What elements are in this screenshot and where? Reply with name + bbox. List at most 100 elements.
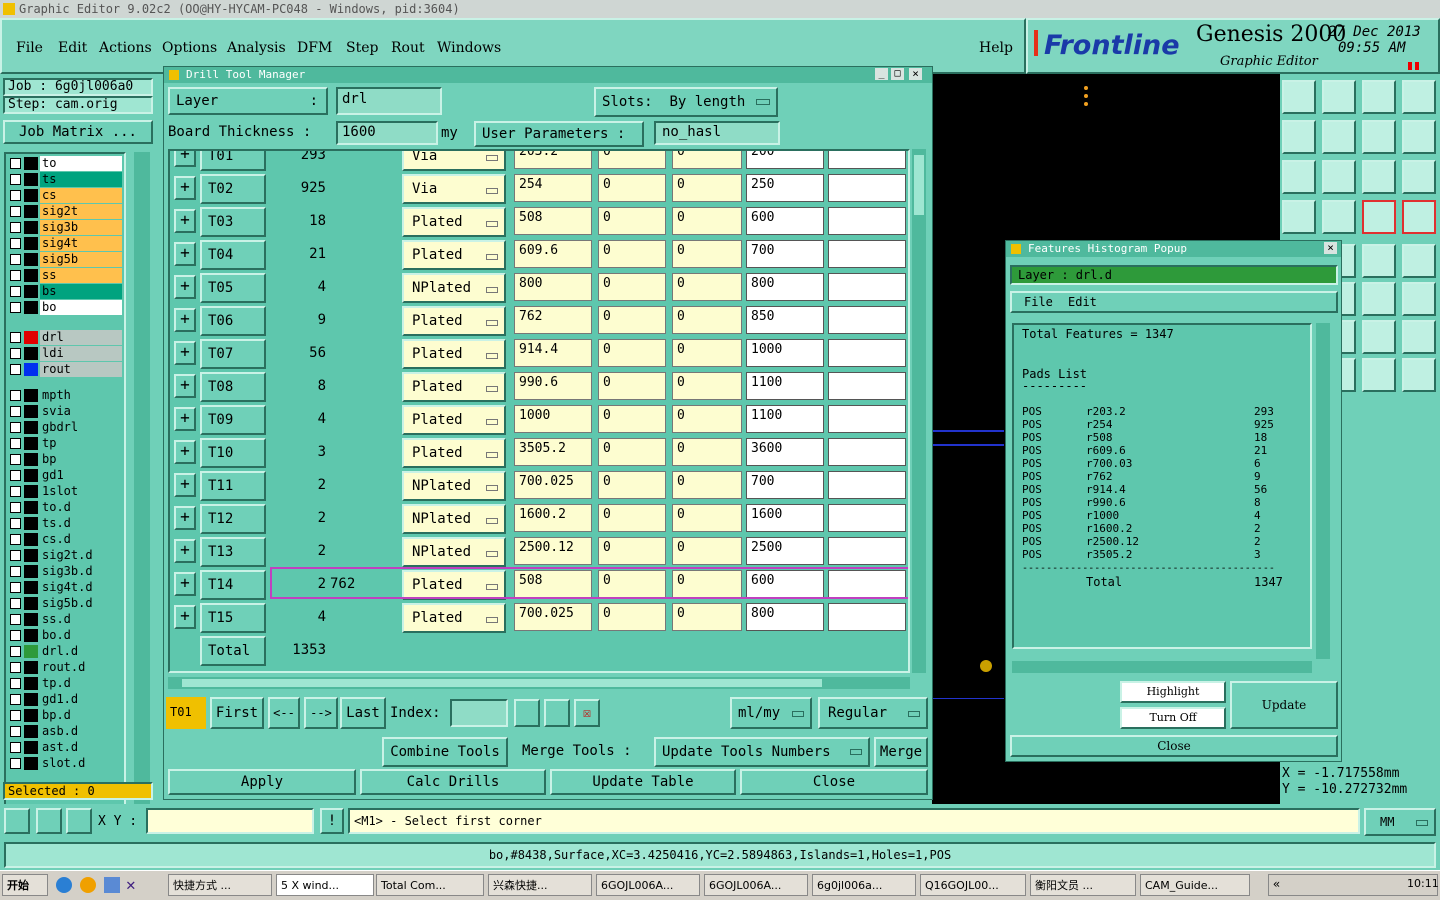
menu-options[interactable]: Options <box>162 40 217 56</box>
expand-icon[interactable]: + <box>174 572 196 596</box>
layer-color-swatch[interactable] <box>24 157 38 170</box>
layer-color-swatch[interactable] <box>24 565 38 578</box>
calc-drills-button[interactable]: Calc Drills <box>360 769 546 795</box>
job-matrix-button[interactable]: Job Matrix ... <box>3 120 153 144</box>
drill-size-field[interactable]: 800 <box>514 273 592 301</box>
layer-checkbox[interactable] <box>10 222 21 233</box>
finish-size-field[interactable]: 800 <box>746 273 824 301</box>
layer-checkbox[interactable] <box>10 598 21 609</box>
tool-type-dropdown[interactable]: NPlated <box>402 504 506 534</box>
layer-item[interactable]: to <box>8 156 124 171</box>
tolerance-plus-field[interactable]: 0 <box>598 471 666 499</box>
layer-checkbox[interactable] <box>10 742 21 753</box>
back-icon[interactable] <box>1282 120 1316 154</box>
layer-color-swatch[interactable] <box>24 331 38 344</box>
layer-item[interactable]: cs.d <box>8 532 124 547</box>
layer-color-swatch[interactable] <box>24 597 38 610</box>
menu-windows[interactable]: Windows <box>437 40 501 56</box>
tool-type-dropdown[interactable]: Plated <box>402 372 506 402</box>
tolerance-plus-field[interactable]: 0 <box>598 151 666 169</box>
layer-checkbox[interactable] <box>10 518 21 529</box>
taskbar-button[interactable]: 兴森快捷... <box>488 874 592 896</box>
forward-icon[interactable] <box>1322 120 1356 154</box>
menu-dfm[interactable]: DFM <box>297 40 332 56</box>
layer-color-swatch[interactable] <box>24 221 38 234</box>
ratio-icon[interactable] <box>1362 160 1396 194</box>
tool-name[interactable]: T02 <box>200 174 266 204</box>
start-button[interactable]: 开始 <box>2 874 48 896</box>
zoom-fit-icon[interactable] <box>4 808 30 834</box>
layer-item[interactable]: tp <box>8 436 124 451</box>
comment-field[interactable] <box>828 438 906 466</box>
tool-name[interactable]: T12 <box>200 504 266 534</box>
taskbar-button[interactable]: CAM_Guide... <box>1140 874 1250 896</box>
layer-list-scrollbar[interactable] <box>134 152 150 854</box>
group-icon[interactable] <box>1362 320 1396 354</box>
xy-input[interactable] <box>146 808 314 834</box>
tool-name[interactable]: T03 <box>200 207 266 237</box>
layer-checkbox[interactable] <box>10 502 21 513</box>
turn-off-button[interactable]: Turn Off <box>1120 707 1226 729</box>
drill-size-field[interactable]: 914.4 <box>514 339 592 367</box>
layer-color-swatch[interactable] <box>24 389 38 402</box>
menu-file[interactable]: File <box>16 40 43 56</box>
arc-icon[interactable] <box>1362 282 1396 316</box>
layer-item[interactable]: ss <box>8 268 124 283</box>
expand-icon[interactable]: + <box>174 176 196 200</box>
layer-color-swatch[interactable] <box>24 645 38 658</box>
layer-item[interactable]: ts <box>8 172 124 187</box>
taskbar-button[interactable]: 衡阳文员 ... <box>1030 874 1136 896</box>
drill-size-field[interactable]: 700.025 <box>514 471 592 499</box>
maximize-icon[interactable]: □ <box>891 68 904 80</box>
finish-size-field[interactable]: 850 <box>746 306 824 334</box>
finish-size-field[interactable]: 700 <box>746 240 824 268</box>
layer-item[interactable]: ss.d <box>8 612 124 627</box>
tool-name[interactable]: T15 <box>200 603 266 633</box>
expand-icon[interactable]: + <box>174 440 196 464</box>
tolerance-minus-field[interactable]: 0 <box>672 438 742 466</box>
layer-color-swatch[interactable] <box>24 205 38 218</box>
hscroll-thumb[interactable] <box>182 679 822 687</box>
layer-item[interactable]: mpth <box>8 388 124 403</box>
table-horizontal-scrollbar[interactable] <box>168 677 910 689</box>
layer-checkbox[interactable] <box>10 630 21 641</box>
layer-checkbox[interactable] <box>10 694 21 705</box>
finish-size-field[interactable]: 700 <box>746 471 824 499</box>
layer-color-swatch[interactable] <box>24 189 38 202</box>
tolerance-plus-field[interactable]: 0 <box>598 405 666 433</box>
tolerance-plus-field[interactable]: 0 <box>598 306 666 334</box>
layer-checkbox[interactable] <box>10 174 21 185</box>
table-vertical-scrollbar[interactable] <box>912 149 926 673</box>
layer-color-swatch[interactable] <box>24 741 38 754</box>
comment-field[interactable] <box>828 339 906 367</box>
layer-color-swatch[interactable] <box>24 613 38 626</box>
tool-name[interactable]: T01 <box>200 151 266 171</box>
tolerance-plus-field[interactable]: 0 <box>598 174 666 202</box>
refresh-icon[interactable] <box>544 699 570 727</box>
layer-color-swatch[interactable] <box>24 437 38 450</box>
index-input[interactable] <box>450 699 508 727</box>
tolerance-plus-field[interactable]: 0 <box>598 240 666 268</box>
taskbar-button[interactable]: 5 X wind... <box>276 874 374 896</box>
layer-item[interactable]: sig5b.d <box>8 596 124 611</box>
layer-checkbox[interactable] <box>10 238 21 249</box>
layer-checkbox[interactable] <box>10 758 21 769</box>
layer-color-swatch[interactable] <box>24 363 38 376</box>
layer-checkbox[interactable] <box>10 454 21 465</box>
layer-item[interactable]: drl <box>8 330 124 345</box>
menu-rout[interactable]: Rout <box>391 40 425 56</box>
tool-type-dropdown[interactable]: NPlated <box>402 273 506 303</box>
tolerance-plus-field[interactable]: 0 <box>598 504 666 532</box>
line-icon[interactable] <box>1402 244 1436 278</box>
drill-size-field[interactable]: 254 <box>514 174 592 202</box>
finish-size-field[interactable]: 3600 <box>746 438 824 466</box>
comment-field[interactable] <box>828 306 906 334</box>
finish-size-field[interactable]: 600 <box>746 207 824 235</box>
layer-checkbox[interactable] <box>10 190 21 201</box>
finish-size-field[interactable]: 1100 <box>746 405 824 433</box>
tool-name[interactable]: T08 <box>200 372 266 402</box>
prev-button[interactable]: <-- <box>268 697 300 729</box>
tolerance-minus-field[interactable]: 0 <box>672 273 742 301</box>
layer-color-swatch[interactable] <box>24 581 38 594</box>
grid-icon[interactable] <box>1322 200 1356 234</box>
